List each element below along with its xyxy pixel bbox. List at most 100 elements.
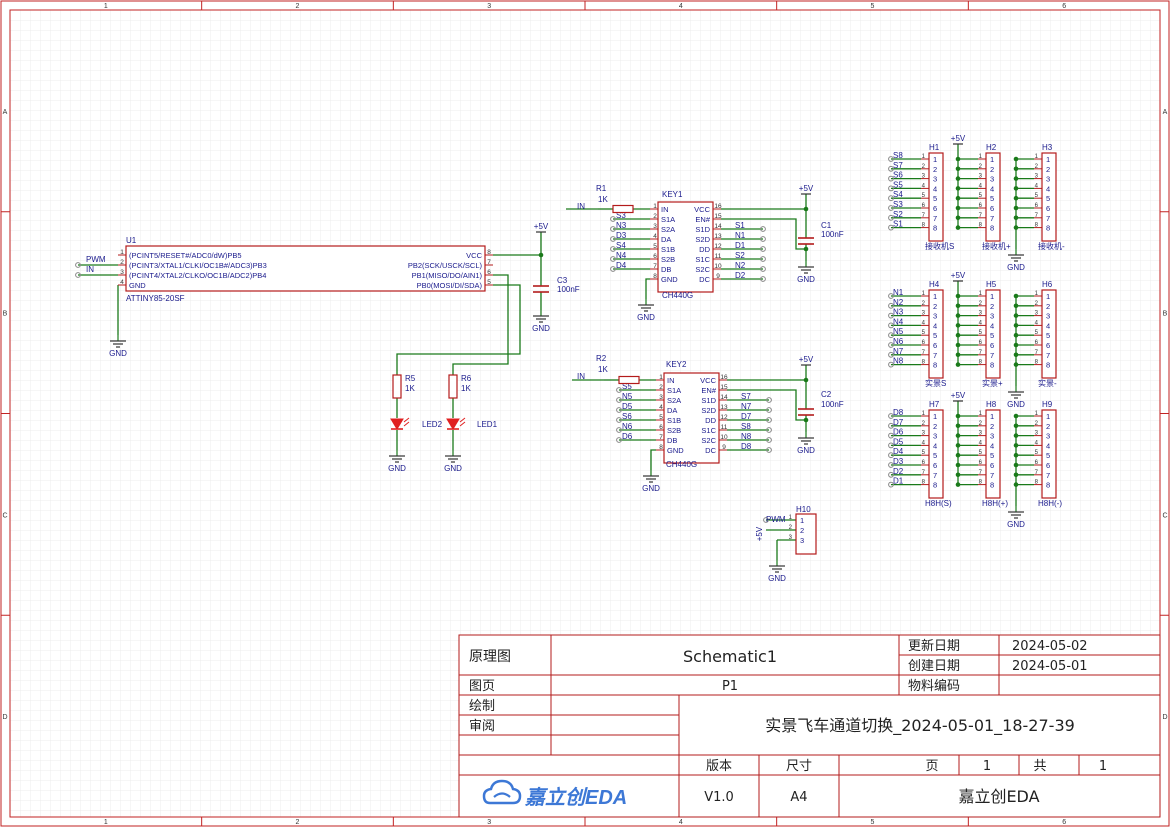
key1-pin-name: S1C <box>695 255 710 264</box>
resistor-body <box>392 374 402 399</box>
header-h4-net-label: N3 <box>893 308 904 317</box>
total-label: 共 <box>1033 759 1046 774</box>
key1-pin-name: S1A <box>661 215 675 224</box>
led1-ref: LED1 <box>477 420 498 429</box>
gnd-label: GND <box>1007 520 1025 529</box>
header-h9-pin-num: 7 <box>1046 471 1050 480</box>
header-h4-pin-num: 4 <box>933 321 937 330</box>
header-h4-net-label: N7 <box>893 347 904 356</box>
header-h8-pin-num: 7 <box>990 471 994 480</box>
key1-pin-num: 12 <box>714 243 722 250</box>
r5-ref: R5 <box>405 374 416 383</box>
r1-value: 1K <box>598 195 608 204</box>
header-h1-pin-num: 4 <box>933 184 937 193</box>
vcc-symbol: +5V <box>799 355 814 366</box>
r2-net: IN <box>577 372 585 381</box>
key2-net-label: S7 <box>741 392 751 401</box>
u1-pin-name: PB2(SCK/USCK/SCL) <box>408 261 483 270</box>
border-col-label: 4 <box>679 819 683 826</box>
gnd-label: GND <box>532 324 550 333</box>
u1-net-pwm: PWM <box>86 255 106 264</box>
key2-net-label: S8 <box>741 422 751 431</box>
header-h8-pin-num: 8 <box>990 481 994 490</box>
border-row-label: A <box>3 109 8 116</box>
u1-pin-name: (PCINT5/RESET#/ADC0/dW)PB5 <box>129 251 242 260</box>
header-h7-pin-num: 8 <box>933 481 937 490</box>
header-h5-label: 实景+ <box>982 378 1003 388</box>
h10-pin-num: 1 <box>800 516 804 525</box>
key2-pin-name: IN <box>667 376 675 385</box>
header-h3-pin-num: 3 <box>1046 175 1050 184</box>
u1-ref: U1 <box>126 236 137 245</box>
header-h9-label: H8H(-) <box>1038 499 1062 508</box>
r5-value: 1K <box>405 384 415 393</box>
header-h3-ref: H3 <box>1042 143 1053 152</box>
c1-value: 100nF <box>821 230 844 239</box>
u1-net-in: IN <box>86 265 94 274</box>
u1-pin-name: VCC <box>466 251 482 260</box>
header-h7-pin-num: 5 <box>933 451 937 460</box>
update-date: 2024-05-02 <box>1012 639 1088 654</box>
header-h6-label: 实景- <box>1038 378 1057 388</box>
key1-pin-num: 6 <box>653 253 657 260</box>
key2-value: CH440G <box>666 460 697 469</box>
header-h4-pin-num: 1 <box>933 292 937 301</box>
border-row-label: C <box>1162 512 1167 519</box>
key1-pin-num: 3 <box>653 223 657 230</box>
header-h9-pin-num: 1 <box>1046 412 1050 421</box>
header-h6-pin-num: 5 <box>1046 331 1050 340</box>
key2-net-label: N8 <box>741 432 752 441</box>
key1-pin-name: S2B <box>661 255 675 264</box>
total-num: 1 <box>1099 759 1107 774</box>
key2-pin-num: 15 <box>720 384 728 391</box>
u1-pin-name: (PCINT3/XTAL1/CLKI/OC1B#/ADC3)PB3 <box>129 261 267 270</box>
header-h4-pin-num: 3 <box>933 312 937 321</box>
key2-pin-name: VCC <box>700 376 716 385</box>
header-h7-pin-num: 3 <box>933 432 937 441</box>
header-h4-net-label: N8 <box>893 357 904 366</box>
gnd-label: GND <box>797 446 815 455</box>
border-col-label: 1 <box>104 819 108 826</box>
key1-net-label: D4 <box>616 261 627 270</box>
header-h7-net-label: D4 <box>893 447 904 456</box>
key1-pin-name: DA <box>661 235 671 244</box>
header-h6-pin-num: 1 <box>1046 292 1050 301</box>
header-h1-pin-num: 1 <box>933 155 937 164</box>
key1-pin-name: GND <box>661 275 678 284</box>
header-h7-pin-num: 6 <box>933 461 937 470</box>
header-h3-pin-num: 2 <box>1046 165 1050 174</box>
header-h9-ref: H9 <box>1042 400 1053 409</box>
gnd-label: GND <box>642 484 660 493</box>
header-h4-net-label: N1 <box>893 288 904 297</box>
update-date-label: 更新日期 <box>908 638 960 654</box>
header-h1-net-label: S1 <box>893 220 903 229</box>
key2-pin-num: 13 <box>720 404 728 411</box>
gnd-label: GND <box>637 313 655 322</box>
r1-ref: R1 <box>596 184 607 193</box>
key2-pin-name: EN# <box>701 386 716 395</box>
header-h5-pin-num: 6 <box>990 341 994 350</box>
key2-pin-num: 4 <box>659 404 663 411</box>
title-block: 原理图 Schematic1 更新日期 2024-05-02 创建日期 2024… <box>458 634 1161 818</box>
key2-pin-name: DA <box>667 406 677 415</box>
vcc-symbol: +5V <box>799 184 814 195</box>
u1-pin-name: PB0(MOSI/DI/SDA) <box>417 281 483 290</box>
key2-pin-num: 8 <box>659 444 663 451</box>
header-h5-ref: H5 <box>986 280 997 289</box>
key2-pin-num: 1 <box>659 374 663 381</box>
key2-net-label: D6 <box>622 432 633 441</box>
gnd-label: GND <box>109 349 127 358</box>
doc-type-label: 原理图 <box>469 649 511 665</box>
header-h2-pin-num: 6 <box>990 204 994 213</box>
key1-net-label: S4 <box>616 241 626 250</box>
gnd-label: GND <box>1007 400 1025 409</box>
header-h3-pin-num: 8 <box>1046 224 1050 233</box>
header-h7-net-label: D3 <box>893 457 904 466</box>
header-h6-pin-num: 6 <box>1046 341 1050 350</box>
gnd-label: GND <box>388 464 406 473</box>
resistor-body <box>618 375 640 385</box>
header-h4-ref: H4 <box>929 280 940 289</box>
header-h8-pin-num: 2 <box>990 422 994 431</box>
header-h2-pin-num: 2 <box>990 165 994 174</box>
vcc-label: +5V <box>799 355 814 364</box>
